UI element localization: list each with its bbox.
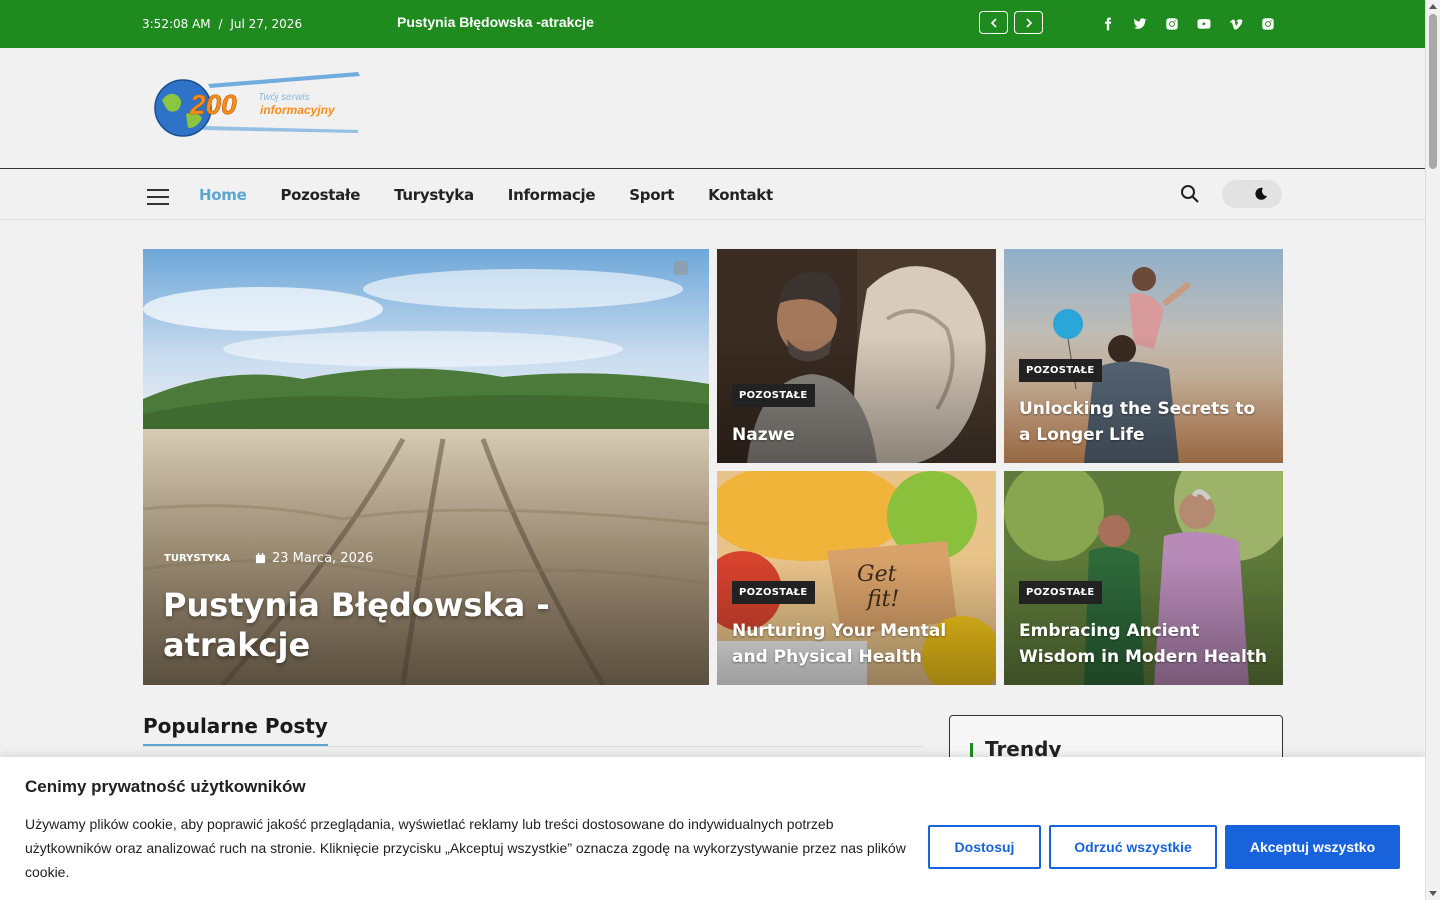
dark-mode-toggle[interactable] (1222, 180, 1282, 208)
instagram-icon[interactable] (1164, 16, 1180, 32)
chevron-right-icon (1025, 17, 1032, 28)
post-title[interactable]: Nurturing Your Mental and Physical Healt… (732, 618, 982, 670)
scrollbar-thumb[interactable] (1429, 14, 1437, 169)
category-badge[interactable]: POZOSTAŁE (732, 384, 815, 407)
facebook-icon[interactable] (1100, 16, 1116, 32)
corner-icon (674, 261, 688, 275)
nav-item-home[interactable]: Home (199, 186, 247, 204)
featured-post-card[interactable]: POZOSTAŁE Nazwe (717, 249, 996, 463)
accept-all-button[interactable]: Akceptuj wszystko (1225, 825, 1400, 869)
scroll-down-icon[interactable] (1429, 891, 1437, 896)
ticker-prev-button[interactable] (979, 11, 1008, 34)
nav-item-pozostale[interactable]: Pozostałe (280, 186, 360, 204)
top-bar: 3:52:08 AM / Jul 27, 2026 Pustynia Błędo… (0, 0, 1425, 48)
youtube-icon[interactable] (1196, 16, 1212, 32)
post-title[interactable]: Embracing Ancient Wisdom in Modern Healt… (1019, 618, 1274, 670)
main-post-title[interactable]: Pustynia Błędowska -atrakcje (163, 585, 583, 665)
clock-separator: / (218, 17, 223, 31)
news-ticker[interactable]: Pustynia Błędowska -atrakcje (397, 14, 594, 30)
moon-icon (1255, 187, 1267, 200)
site-logo[interactable]: 200 Twój serwis informacyjny (148, 70, 363, 140)
scroll-up-icon[interactable] (1429, 4, 1437, 9)
datetime: 3:52:08 AM / Jul 27, 2026 (142, 17, 302, 31)
cookie-text: Używamy plików cookie, aby poprawić jako… (25, 816, 906, 880)
logo-line1: Twój serwis (258, 92, 309, 103)
nav-item-informacje[interactable]: Informacje (508, 186, 596, 204)
featured-post-card[interactable]: POZOSTAŁE Unlocking the Secrets to a Lon… (1004, 249, 1283, 463)
logo-number: 200 (189, 89, 237, 120)
section-divider (143, 746, 923, 747)
hamburger-menu-icon[interactable] (147, 189, 169, 205)
customize-button[interactable]: Dostosuj (928, 825, 1041, 869)
chevron-left-icon (990, 17, 997, 28)
featured-post-main[interactable]: TURYSTYKA 23 Marca, 2026 Pustynia Błędow… (143, 249, 709, 685)
twitter-icon[interactable] (1132, 16, 1148, 32)
vimeo-icon[interactable] (1228, 16, 1244, 32)
clock-time: 3:52:08 AM (142, 17, 211, 31)
cookie-consent-banner: Cenimy prywatność użytkowników Używamy p… (0, 757, 1425, 900)
category-badge[interactable]: POZOSTAŁE (1019, 359, 1102, 382)
social-links (1100, 16, 1276, 32)
nav-item-sport[interactable]: Sport (629, 186, 674, 204)
main-post-date: 23 Marca, 2026 (255, 551, 373, 566)
ticker-next-button[interactable] (1014, 11, 1043, 34)
featured-post-card[interactable]: Get fit! POZOSTAŁE Nurturing Your Mental… (717, 471, 996, 685)
post-title[interactable]: Unlocking the Secrets to a Longer Life (1019, 396, 1269, 448)
nav-menu: Home Pozostałe Turystyka Informacje Spor… (199, 186, 773, 204)
main-category-badge[interactable]: TURYSTYKA (164, 553, 230, 564)
instagram-icon[interactable] (1260, 16, 1276, 32)
page-scrollbar[interactable] (1425, 0, 1440, 900)
nav-item-kontakt[interactable]: Kontakt (708, 186, 773, 204)
featured-post-card[interactable]: POZOSTAŁE Embracing Ancient Wisdom in Mo… (1004, 471, 1283, 685)
category-badge[interactable]: POZOSTAŁE (732, 581, 815, 604)
search-icon[interactable] (1180, 184, 1200, 204)
cookie-title: Cenimy prywatność użytkowników (25, 777, 306, 796)
nav-item-turystyka[interactable]: Turystyka (394, 186, 474, 204)
logo-line2: informacyjny (260, 103, 336, 117)
post-title[interactable]: Nazwe (732, 422, 982, 448)
main-navigation: Home Pozostałe Turystyka Informacje Spor… (0, 170, 1425, 220)
main-post-date-text: 23 Marca, 2026 (272, 551, 374, 566)
popular-posts-heading: Popularne Posty (143, 714, 328, 746)
clock-date: Jul 27, 2026 (230, 17, 303, 31)
calendar-icon (255, 553, 266, 564)
category-badge[interactable]: POZOSTAŁE (1019, 581, 1102, 604)
site-header: 200 Twój serwis informacyjny (0, 48, 1425, 169)
reject-all-button[interactable]: Odrzuć wszystkie (1049, 825, 1217, 869)
